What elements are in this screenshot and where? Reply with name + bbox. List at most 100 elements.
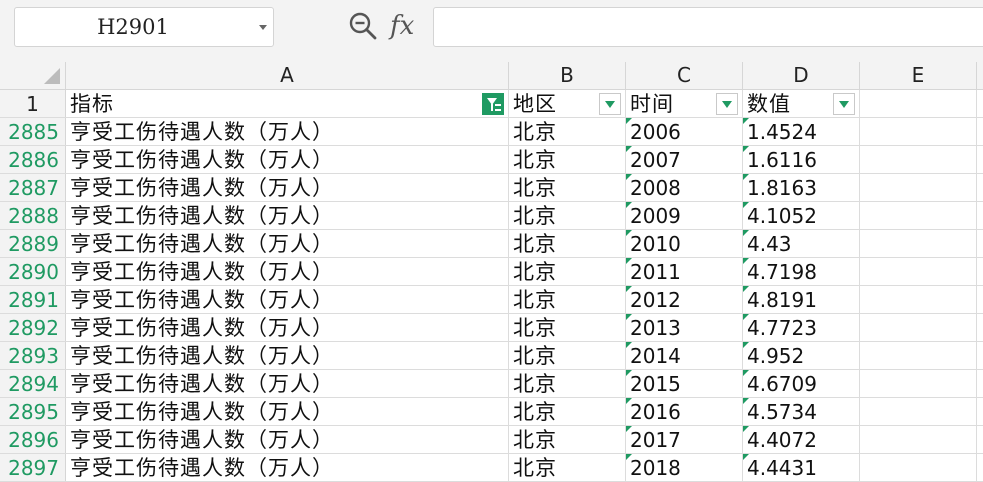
cell-value[interactable]: 4.4431 bbox=[743, 454, 860, 481]
cell-value[interactable]: 1.4524 bbox=[743, 118, 860, 145]
column-header-d[interactable]: D bbox=[743, 62, 860, 89]
cell-year[interactable]: 2010 bbox=[626, 230, 743, 257]
column-header-b[interactable]: B bbox=[509, 62, 626, 89]
cell-indicator[interactable]: 亨受工伤待遇人数（万人） bbox=[66, 118, 509, 145]
cell-year[interactable]: 2006 bbox=[626, 118, 743, 145]
cell-value[interactable]: 1.6116 bbox=[743, 146, 860, 173]
row-number[interactable]: 1 bbox=[0, 90, 66, 117]
cell-region[interactable]: 北京 bbox=[509, 286, 626, 313]
cell[interactable] bbox=[977, 286, 983, 313]
header-cell-time[interactable]: 时间 bbox=[626, 90, 743, 117]
cell-indicator[interactable]: 亨受工伤待遇人数（万人） bbox=[66, 286, 509, 313]
cell-year[interactable]: 2014 bbox=[626, 342, 743, 369]
cell-indicator[interactable]: 亨受工伤待遇人数（万人） bbox=[66, 370, 509, 397]
cell[interactable] bbox=[977, 118, 983, 145]
filter-dropdown-icon[interactable] bbox=[716, 93, 738, 115]
cell-year[interactable]: 2016 bbox=[626, 398, 743, 425]
cell[interactable] bbox=[977, 314, 983, 341]
column-header-e[interactable]: E bbox=[860, 62, 977, 89]
cell-region[interactable]: 北京 bbox=[509, 174, 626, 201]
cell-region[interactable]: 北京 bbox=[509, 426, 626, 453]
row-number[interactable]: 2894 bbox=[0, 370, 66, 397]
cell-region[interactable]: 北京 bbox=[509, 454, 626, 481]
cell[interactable] bbox=[977, 426, 983, 453]
cell-value[interactable]: 4.43 bbox=[743, 230, 860, 257]
magnifier-minus-icon[interactable] bbox=[348, 11, 378, 41]
row-number[interactable]: 2890 bbox=[0, 258, 66, 285]
cell-indicator[interactable]: 亨受工伤待遇人数（万人） bbox=[66, 398, 509, 425]
cell[interactable] bbox=[977, 258, 983, 285]
cell-region[interactable]: 北京 bbox=[509, 230, 626, 257]
cell[interactable] bbox=[977, 202, 983, 229]
cell-value[interactable]: 4.7723 bbox=[743, 314, 860, 341]
cell-region[interactable]: 北京 bbox=[509, 342, 626, 369]
cell-indicator[interactable]: 亨受工伤待遇人数（万人） bbox=[66, 454, 509, 481]
cell-year[interactable]: 2013 bbox=[626, 314, 743, 341]
cell-year[interactable]: 2011 bbox=[626, 258, 743, 285]
function-icon[interactable]: fx bbox=[390, 8, 424, 44]
chevron-down-icon[interactable] bbox=[259, 25, 267, 30]
cell-indicator[interactable]: 亨受工伤待遇人数（万人） bbox=[66, 146, 509, 173]
row-number[interactable]: 2885 bbox=[0, 118, 66, 145]
filter-dropdown-icon[interactable] bbox=[599, 93, 621, 115]
cell[interactable] bbox=[860, 286, 977, 313]
cell[interactable] bbox=[860, 314, 977, 341]
cell-value[interactable]: 4.1052 bbox=[743, 202, 860, 229]
row-number[interactable]: 2895 bbox=[0, 398, 66, 425]
cell[interactable] bbox=[977, 90, 983, 117]
cell-region[interactable]: 北京 bbox=[509, 118, 626, 145]
filter-dropdown-icon[interactable] bbox=[833, 93, 855, 115]
cell[interactable] bbox=[977, 454, 983, 481]
header-cell-indicator[interactable]: 指标 bbox=[66, 90, 509, 117]
cell-indicator[interactable]: 亨受工伤待遇人数（万人） bbox=[66, 342, 509, 369]
cell-value[interactable]: 1.8163 bbox=[743, 174, 860, 201]
header-cell-e[interactable] bbox=[860, 90, 977, 117]
row-number[interactable]: 2893 bbox=[0, 342, 66, 369]
cell[interactable] bbox=[860, 258, 977, 285]
cell-region[interactable]: 北京 bbox=[509, 146, 626, 173]
row-number[interactable]: 2889 bbox=[0, 230, 66, 257]
cell[interactable] bbox=[860, 454, 977, 481]
cell[interactable] bbox=[977, 174, 983, 201]
column-header-a[interactable]: A bbox=[66, 62, 509, 89]
row-number[interactable]: 2896 bbox=[0, 426, 66, 453]
row-number[interactable]: 2887 bbox=[0, 174, 66, 201]
cell[interactable] bbox=[977, 342, 983, 369]
cell[interactable] bbox=[860, 370, 977, 397]
row-number[interactable]: 2892 bbox=[0, 314, 66, 341]
cell[interactable] bbox=[860, 118, 977, 145]
cell[interactable] bbox=[860, 398, 977, 425]
select-all-triangle-icon[interactable] bbox=[44, 68, 60, 84]
cell-region[interactable]: 北京 bbox=[509, 370, 626, 397]
cell[interactable] bbox=[860, 146, 977, 173]
cell[interactable] bbox=[977, 146, 983, 173]
row-number[interactable]: 2886 bbox=[0, 146, 66, 173]
cell-region[interactable]: 北京 bbox=[509, 398, 626, 425]
cell-indicator[interactable]: 亨受工伤待遇人数（万人） bbox=[66, 314, 509, 341]
cell-region[interactable]: 北京 bbox=[509, 258, 626, 285]
cell[interactable] bbox=[860, 174, 977, 201]
cell-indicator[interactable]: 亨受工伤待遇人数（万人） bbox=[66, 258, 509, 285]
cell-value[interactable]: 4.4072 bbox=[743, 426, 860, 453]
cell-indicator[interactable]: 亨受工伤待遇人数（万人） bbox=[66, 230, 509, 257]
cell-year[interactable]: 2012 bbox=[626, 286, 743, 313]
formula-input[interactable] bbox=[433, 7, 983, 47]
cell[interactable] bbox=[977, 230, 983, 257]
cell[interactable] bbox=[860, 426, 977, 453]
cell-value[interactable]: 4.952 bbox=[743, 342, 860, 369]
cell-value[interactable]: 4.6709 bbox=[743, 370, 860, 397]
header-cell-region[interactable]: 地区 bbox=[509, 90, 626, 117]
cell-indicator[interactable]: 亨受工伤待遇人数（万人） bbox=[66, 174, 509, 201]
cell-reference[interactable]: H2901 bbox=[15, 8, 251, 46]
cell[interactable] bbox=[860, 342, 977, 369]
cell-year[interactable]: 2007 bbox=[626, 146, 743, 173]
cell-value[interactable]: 4.5734 bbox=[743, 398, 860, 425]
cell-year[interactable]: 2009 bbox=[626, 202, 743, 229]
row-number[interactable]: 2891 bbox=[0, 286, 66, 313]
cell[interactable] bbox=[977, 370, 983, 397]
cell[interactable] bbox=[860, 202, 977, 229]
cell-region[interactable]: 北京 bbox=[509, 314, 626, 341]
row-number[interactable]: 2897 bbox=[0, 454, 66, 481]
cell-year[interactable]: 2015 bbox=[626, 370, 743, 397]
cell-year[interactable]: 2008 bbox=[626, 174, 743, 201]
